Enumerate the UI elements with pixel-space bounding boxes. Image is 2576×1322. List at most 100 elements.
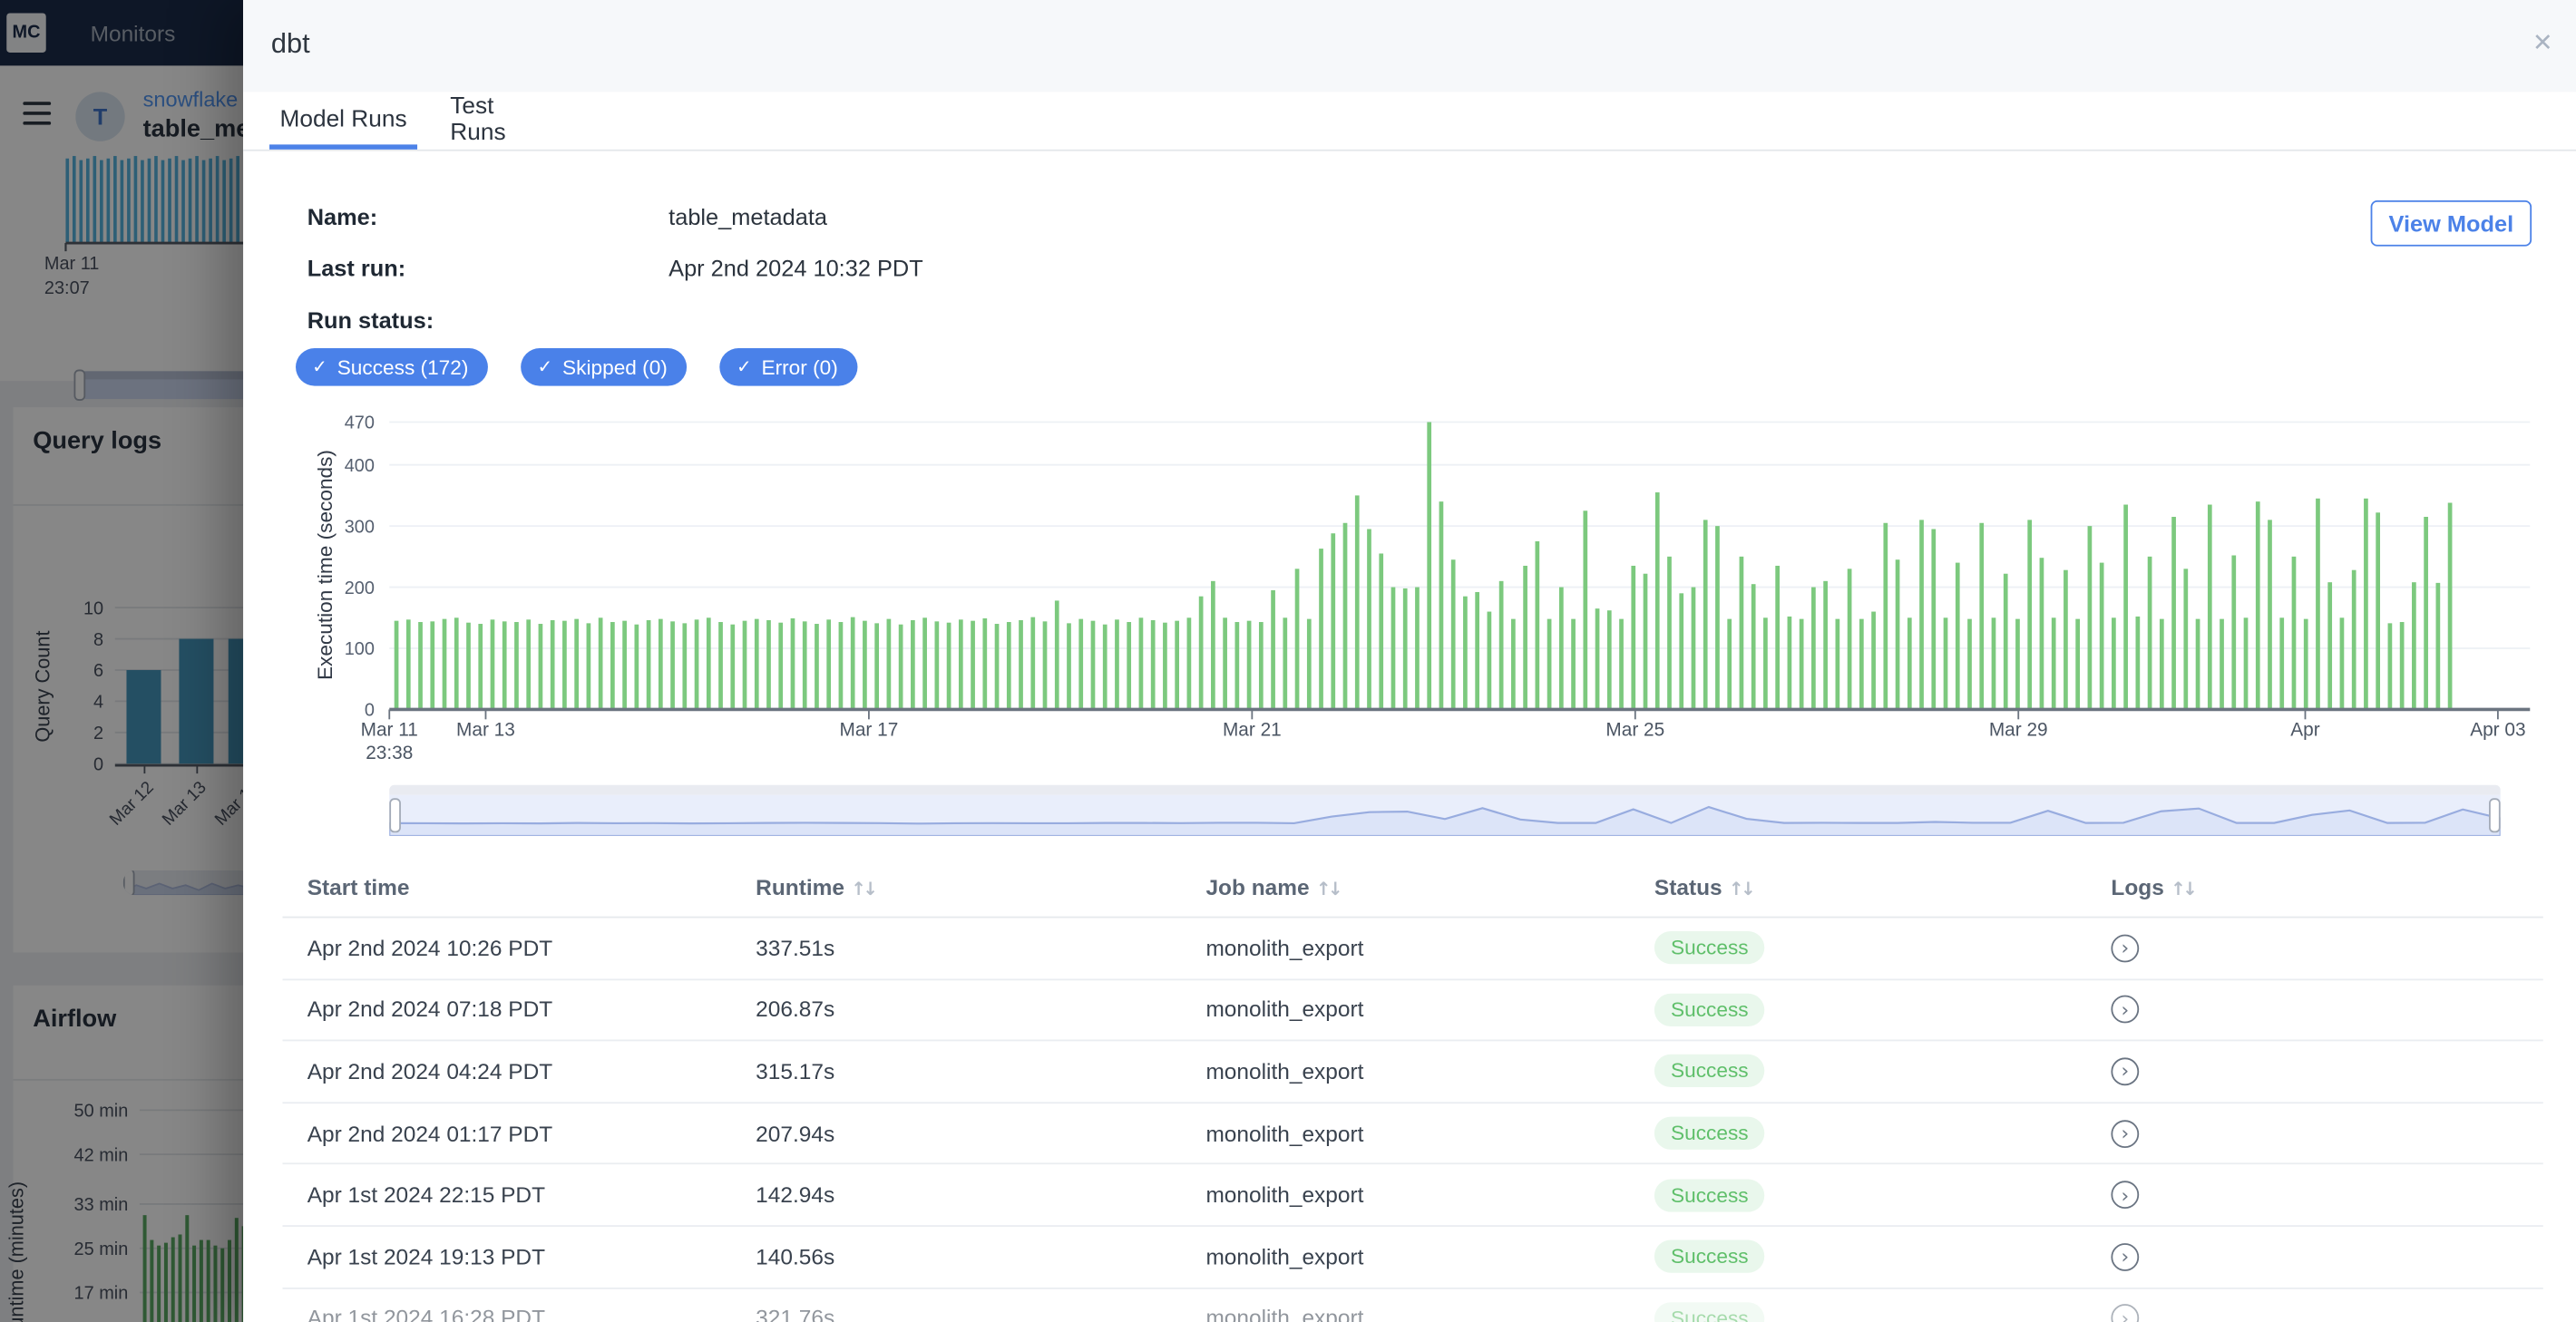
run-bar[interactable] xyxy=(2171,517,2176,709)
run-bar[interactable] xyxy=(406,619,411,709)
table-row[interactable]: Apr 1st 2024 19:13 PDT140.56smonolith_ex… xyxy=(283,1227,2543,1288)
run-bar[interactable] xyxy=(2027,520,2032,709)
run-bar[interactable] xyxy=(2352,570,2356,710)
run-bar[interactable] xyxy=(2112,617,2116,709)
open-logs-button[interactable]: › xyxy=(2111,1243,2139,1271)
run-bar[interactable] xyxy=(839,622,844,709)
run-bar[interactable] xyxy=(1871,612,1876,710)
run-bar[interactable] xyxy=(1859,619,1864,710)
run-bar[interactable] xyxy=(1223,617,1227,709)
run-bar[interactable] xyxy=(659,619,663,710)
run-bar[interactable] xyxy=(2316,499,2320,710)
run-bar[interactable] xyxy=(1463,597,1468,710)
run-bar[interactable] xyxy=(1283,617,1287,709)
run-bar[interactable] xyxy=(2340,617,2345,709)
run-bar[interactable] xyxy=(730,625,735,710)
run-bar[interactable] xyxy=(2388,623,2393,709)
run-bar[interactable] xyxy=(599,617,603,709)
run-bar[interactable] xyxy=(2292,557,2297,710)
run-bar[interactable] xyxy=(2148,557,2152,710)
run-bar[interactable] xyxy=(922,617,927,709)
run-bar[interactable] xyxy=(863,621,867,710)
run-bar[interactable] xyxy=(2304,619,2308,710)
table-row[interactable]: Apr 2nd 2024 07:18 PDT206.87smonolith_ex… xyxy=(283,980,2543,1042)
run-bar[interactable] xyxy=(466,623,471,710)
run-bar[interactable] xyxy=(1703,520,1708,709)
run-bar[interactable] xyxy=(899,625,903,710)
run-bar[interactable] xyxy=(1667,557,1672,710)
run-bar[interactable] xyxy=(1559,588,1564,710)
run-bar[interactable] xyxy=(911,620,915,709)
run-bar[interactable] xyxy=(2244,617,2249,709)
run-bar[interactable] xyxy=(707,617,711,709)
run-bar[interactable] xyxy=(1788,617,1792,710)
run-bar[interactable] xyxy=(491,619,495,709)
run-bar[interactable] xyxy=(1655,492,1660,709)
tab-test-runs[interactable]: Test Runs xyxy=(450,92,555,148)
tab-model-runs[interactable]: Model Runs xyxy=(269,92,417,148)
run-bar[interactable] xyxy=(1523,566,1527,709)
run-bar[interactable] xyxy=(418,622,423,709)
run-bar[interactable] xyxy=(1571,619,1576,710)
run-bar[interactable] xyxy=(1679,593,1683,709)
run-bar[interactable] xyxy=(2100,563,2104,710)
run-bar[interactable] xyxy=(1751,584,1756,709)
run-bar[interactable] xyxy=(1247,621,1252,710)
run-bar[interactable] xyxy=(1295,569,1300,709)
sort-icon[interactable]: ↑↓ xyxy=(851,878,874,899)
run-bar[interactable] xyxy=(1319,549,1323,709)
run-bar[interactable] xyxy=(1234,622,1239,709)
run-bar[interactable] xyxy=(2123,505,2128,710)
run-bar[interactable] xyxy=(1187,617,1192,709)
table-row[interactable]: Apr 2nd 2024 10:26 PDT337.51smonolith_ex… xyxy=(283,918,2543,979)
run-bar[interactable] xyxy=(454,617,459,709)
run-bar[interactable] xyxy=(1007,622,1011,709)
run-bar[interactable] xyxy=(755,619,759,710)
run-bar[interactable] xyxy=(1103,625,1107,710)
view-model-button[interactable]: View Model xyxy=(2371,200,2532,247)
run-bar[interactable] xyxy=(1715,526,1720,709)
run-bar[interactable] xyxy=(1619,619,1624,710)
run-bar[interactable] xyxy=(791,618,795,709)
run-bar[interactable] xyxy=(2364,499,2368,710)
run-bar[interactable] xyxy=(1595,608,1600,709)
run-bar[interactable] xyxy=(1127,622,1131,709)
run-bar[interactable] xyxy=(743,621,747,710)
run-bar[interactable] xyxy=(1343,523,1348,710)
column-header-runtime[interactable]: Runtime↑↓ xyxy=(756,874,1205,899)
run-bar[interactable] xyxy=(982,618,987,709)
run-bar[interactable] xyxy=(1511,619,1516,710)
run-bar[interactable] xyxy=(1499,581,1504,710)
run-bar[interactable] xyxy=(1800,619,1804,710)
run-bar[interactable] xyxy=(2279,617,2284,709)
open-logs-button[interactable]: › xyxy=(2111,1181,2139,1210)
run-bar[interactable] xyxy=(2448,503,2453,710)
run-bar[interactable] xyxy=(1355,495,1360,709)
run-bar[interactable] xyxy=(670,621,675,709)
run-bar[interactable] xyxy=(503,621,507,709)
run-bar[interactable] xyxy=(2268,520,2272,709)
run-bar[interactable] xyxy=(1908,617,1912,709)
run-bar[interactable] xyxy=(1727,619,1732,710)
run-bar[interactable] xyxy=(1488,612,1492,710)
run-bar[interactable] xyxy=(695,619,699,709)
run-bar[interactable] xyxy=(1259,622,1264,709)
run-bar[interactable] xyxy=(1211,581,1215,710)
run-bar[interactable] xyxy=(1115,619,1119,709)
column-header-status[interactable]: Status↑↓ xyxy=(1654,874,2112,899)
run-bar[interactable] xyxy=(2376,512,2380,709)
table-row[interactable]: Apr 2nd 2024 01:17 PDT207.94smonolith_ex… xyxy=(283,1103,2543,1165)
run-bar[interactable] xyxy=(1740,557,1744,710)
run-bar[interactable] xyxy=(539,624,543,709)
run-bar[interactable] xyxy=(1835,619,1839,710)
run-bar[interactable] xyxy=(1331,533,1335,709)
chart-range-brush[interactable] xyxy=(389,785,2500,836)
run-bar[interactable] xyxy=(574,619,579,710)
run-bar[interactable] xyxy=(430,621,434,709)
run-bar[interactable] xyxy=(1631,566,1635,709)
open-logs-button[interactable]: › xyxy=(2111,996,2139,1024)
run-bar[interactable] xyxy=(1547,619,1552,710)
run-bar[interactable] xyxy=(718,622,723,709)
run-bar[interactable] xyxy=(1967,619,1972,710)
run-bar[interactable] xyxy=(1030,617,1035,710)
